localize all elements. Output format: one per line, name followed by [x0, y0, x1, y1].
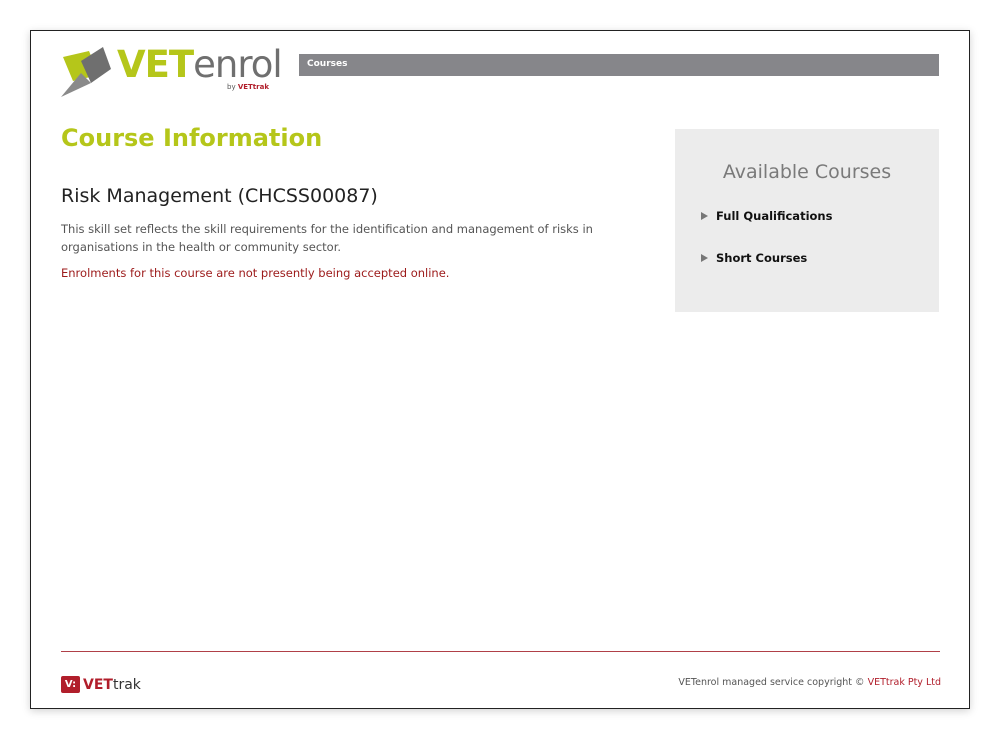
vettrak-vet-text: VET: [83, 677, 113, 693]
vettrak-wordmark: VETtrak: [83, 675, 141, 695]
course-description: This skill set reflects the skill requir…: [61, 222, 593, 254]
logo-enrol-text: enrol: [193, 43, 283, 86]
available-courses-panel: Available Courses Full Qualifications Sh…: [675, 129, 939, 312]
vettrak-pty-ltd-link[interactable]: VETtrak Pty Ltd: [868, 677, 941, 688]
available-courses-title: Available Courses: [722, 161, 892, 183]
main-nav-bar: Courses: [299, 54, 939, 76]
full-qualifications-label: Full Qualifications: [716, 209, 833, 223]
vetenrol-logo-mark-icon: [61, 47, 111, 97]
vetenrol-logo[interactable]: VETenrol by VETtrak: [61, 43, 283, 99]
vettrak-trak-text: trak: [112, 677, 141, 693]
course-title: Risk Management (CHCSS00087): [61, 185, 378, 207]
logo-vet-text: VET: [117, 43, 194, 86]
logo-by-brand: VETtrak: [237, 83, 269, 91]
logo-by-text: by: [227, 83, 236, 91]
page-frame: VETenrol by VETtrak Courses Course Infor…: [30, 30, 970, 709]
vettrak-mark-icon: V:: [61, 676, 80, 693]
nav-item-courses[interactable]: Courses: [307, 59, 347, 69]
copyright-notice: VETenrol managed service copyright © VET…: [678, 677, 941, 688]
vettrak-footer-logo[interactable]: V: VETtrak: [61, 675, 151, 695]
page-title: Course Information: [61, 124, 323, 152]
enrolment-notice: Enrolments for this course are not prese…: [61, 266, 450, 280]
full-qualifications-link[interactable]: Full Qualifications: [701, 209, 832, 223]
triangle-right-icon: [701, 254, 708, 262]
logo-byline: by VETtrak: [227, 83, 269, 91]
copyright-text: VETenrol managed service copyright ©: [678, 677, 868, 688]
short-courses-link[interactable]: Short Courses: [701, 251, 807, 265]
short-courses-label: Short Courses: [716, 251, 808, 265]
triangle-right-icon: [701, 212, 708, 220]
footer-divider: [61, 651, 940, 652]
logo-wordmark: VETenrol: [117, 43, 283, 87]
